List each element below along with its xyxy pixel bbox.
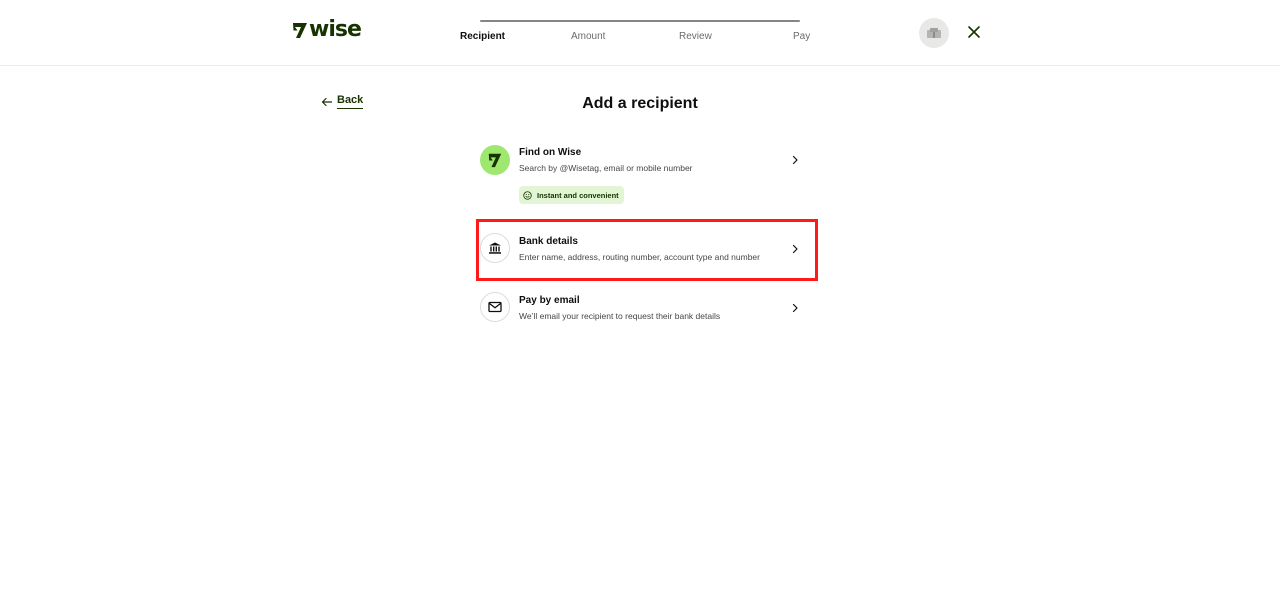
smiley-icon (523, 190, 532, 200)
step-review[interactable]: Review (679, 31, 712, 42)
option-find-on-wise[interactable]: Find on Wise Search by @Wisetag, email o… (478, 144, 816, 206)
step-amount[interactable]: Amount (571, 31, 605, 42)
progress-bar (480, 20, 800, 22)
wise-logo[interactable]: wise (292, 17, 362, 42)
chevron-right-icon (792, 244, 798, 254)
chevron-right-icon (792, 303, 798, 313)
option-bank-details[interactable]: Bank details Enter name, address, routin… (478, 233, 816, 269)
close-icon (968, 26, 980, 38)
option-title: Pay by email (519, 295, 580, 306)
close-button[interactable] (964, 22, 984, 42)
avatar[interactable] (919, 18, 949, 48)
option-pay-by-email[interactable]: Pay by email We’ll email your recipient … (478, 292, 816, 328)
page-title: Add a recipient (582, 95, 698, 112)
step-pay[interactable]: Pay (793, 31, 810, 42)
option-icon-wrap (480, 292, 510, 322)
option-title: Find on Wise (519, 147, 582, 158)
envelope-icon (488, 301, 502, 313)
back-label: Back (337, 94, 364, 109)
top-bar: wise Recipient Amount Review Pay (0, 0, 1280, 66)
arrow-left-icon (321, 97, 333, 106)
back-link[interactable]: Back (321, 94, 364, 109)
option-description: Search by @Wisetag, email or mobile numb… (519, 163, 693, 173)
option-title: Bank details (519, 236, 578, 247)
wise-icon (488, 153, 502, 168)
option-icon-wrap (480, 145, 510, 175)
wise-flag-icon (293, 23, 307, 38)
chevron-right-icon (792, 155, 798, 165)
bank-icon (489, 242, 501, 254)
avatar-icon (927, 28, 941, 38)
option-icon-wrap (480, 233, 510, 263)
option-description: We’ll email your recipient to request th… (519, 311, 721, 321)
option-description: Enter name, address, routing number, acc… (519, 252, 760, 262)
tag-label: Instant and convenient (537, 190, 619, 200)
brand-name: wise (309, 17, 362, 42)
instant-tag: Instant and convenient (519, 186, 624, 204)
step-recipient[interactable]: Recipient (460, 31, 505, 42)
